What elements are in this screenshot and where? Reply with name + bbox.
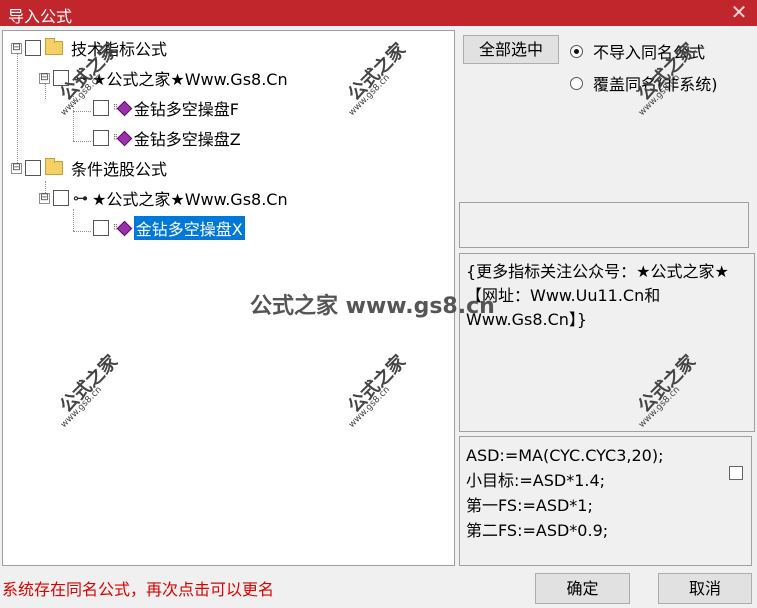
node-checkbox[interactable]	[53, 190, 69, 206]
tree-node-label: ★公式之家★Www.Gs8.Cn	[92, 190, 288, 209]
tree-node-formula-x[interactable]: ⁝⁝ 金钻多空操盘X	[93, 216, 245, 240]
radio-overwrite[interactable]	[570, 76, 583, 90]
tree-node-stock-selection[interactable]: ⊟ 条件选股公式	[11, 156, 167, 180]
option-overwrite[interactable]: 覆盖同名(非系统)	[570, 71, 718, 95]
cancel-button[interactable]: 取消	[658, 573, 752, 604]
tree-node-label: 技术指标公式	[71, 40, 168, 59]
key-icon: ⊶	[73, 189, 88, 207]
tree-node-label-selected: 金钻多空操盘X	[133, 216, 245, 240]
title-bar: 导入公式 ✕	[0, 0, 757, 26]
tree-line	[73, 89, 74, 141]
node-checkbox[interactable]	[93, 220, 109, 236]
option-no-import[interactable]: 不导入同名公式	[570, 39, 705, 63]
tree-line	[17, 51, 18, 171]
node-checkbox[interactable]	[93, 130, 109, 146]
tree-node-gs8-group-2[interactable]: ⊟ ⊶ ★公式之家★Www.Gs8.Cn	[39, 186, 288, 210]
collapse-icon[interactable]: ⊟	[11, 42, 22, 54]
code-line: ASD:=MA(CYC.CYC3,20);	[466, 446, 664, 465]
node-checkbox[interactable]	[25, 160, 41, 176]
formula-gem-icon: ⁝⁝	[113, 100, 133, 116]
folder-icon	[45, 38, 63, 55]
tree-node-tech-indicators[interactable]: ⊟ 技术指标公式	[11, 36, 167, 60]
node-checkbox[interactable]	[93, 100, 109, 116]
tree-node-label: ★公式之家★Www.Gs8.Cn	[92, 70, 288, 89]
status-message: 系统存在同名公式，再次点击可以更名	[2, 580, 275, 599]
node-checkbox[interactable]	[25, 40, 41, 56]
code-line: 第一FS:=ASD*1;	[466, 496, 593, 515]
formula-gem-icon: ⁝⁝	[113, 220, 133, 236]
option-overwrite-label: 覆盖同名(非系统)	[593, 75, 718, 94]
ok-button[interactable]: 确定	[535, 573, 630, 604]
key-icon: ⊶	[73, 69, 88, 87]
folder-icon	[45, 158, 63, 175]
tree-line	[73, 231, 91, 232]
code-line: 小目标:=ASD*1.4;	[466, 471, 606, 490]
tree-node-label: 金钻多空操盘F	[133, 100, 239, 119]
tree-line	[73, 209, 74, 231]
close-icon[interactable]: ✕	[727, 1, 751, 25]
select-all-button[interactable]: 全部选中	[463, 35, 559, 64]
code-checkbox[interactable]	[729, 466, 743, 480]
tree-node-formula-z[interactable]: ⁝⁝ 金钻多空操盘Z	[93, 126, 241, 150]
collapse-icon[interactable]: ⊟	[39, 192, 50, 204]
formula-gem-icon: ⁝⁝	[113, 130, 133, 146]
collapse-icon[interactable]: ⊟	[39, 72, 50, 84]
option-no-import-label: 不导入同名公式	[593, 43, 706, 62]
collapse-icon[interactable]: ⊟	[11, 162, 22, 174]
tree-line	[73, 141, 91, 142]
formula-description: {更多指标关注公众号：★公式之家★ 【网址：Www.Uu11.Cn和Www.Gs…	[459, 253, 755, 432]
tree-node-label: 条件选股公式	[71, 160, 168, 179]
name-field[interactable]	[459, 202, 749, 248]
radio-no-import[interactable]	[570, 44, 583, 58]
formula-code: ASD:=MA(CYC.CYC3,20); 小目标:=ASD*1.4; 第一FS…	[459, 436, 752, 566]
tree-node-formula-f[interactable]: ⁝⁝ 金钻多空操盘F	[93, 96, 239, 120]
tree-node-gs8-group[interactable]: ⊟ ⊶ ★公式之家★Www.Gs8.Cn	[39, 66, 288, 90]
code-line: 第二FS:=ASD*0.9;	[466, 521, 609, 540]
watermark-center: 公式之家 www.gs8.cn	[250, 294, 495, 319]
window-title: 导入公式	[8, 7, 73, 26]
node-checkbox[interactable]	[53, 70, 69, 86]
tree-line	[73, 111, 91, 112]
tree-node-label: 金钻多空操盘Z	[133, 130, 241, 149]
